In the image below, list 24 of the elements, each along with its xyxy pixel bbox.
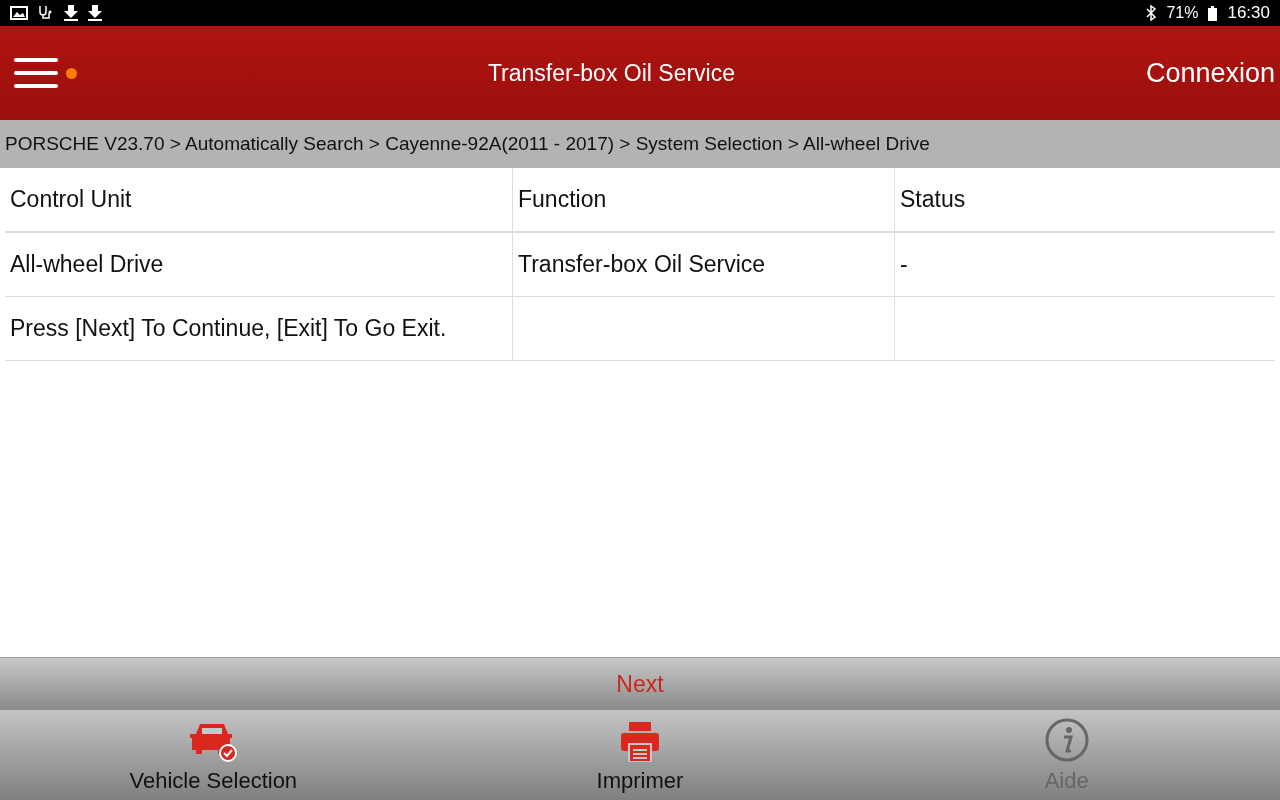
column-header: Control Unit xyxy=(5,168,513,232)
download-icon xyxy=(64,5,78,21)
download-icon xyxy=(88,5,102,21)
printer-icon xyxy=(621,722,659,762)
table-cell: Press [Next] To Continue, [Exit] To Go Exit. xyxy=(5,296,513,361)
column-header: Function xyxy=(512,168,895,232)
nav-button[interactable]: Vehicle Selection xyxy=(0,710,427,800)
battery-percent: 71% xyxy=(1166,4,1199,22)
page-title: Transfer-box Oil Service xyxy=(486,59,736,87)
login-button[interactable]: Connexion xyxy=(1145,57,1275,89)
stethoscope-icon xyxy=(38,5,54,21)
breadcrumb: PORSCHE V23.70 > Automatically Search > Cayenne-92A(2011 - 2017) > System Selection > All-wheel Drive xyxy=(0,120,1280,168)
menu-button[interactable] xyxy=(14,57,77,89)
info-icon xyxy=(1044,718,1089,762)
image-icon xyxy=(10,6,28,20)
menu-icon xyxy=(14,57,58,89)
battery-icon xyxy=(1208,5,1218,21)
table-cell: - xyxy=(894,232,1275,297)
column-header: Status xyxy=(894,168,1275,232)
clock: 16:30 xyxy=(1227,3,1270,23)
table-cell: Transfer-box Oil Service xyxy=(512,232,895,297)
bluetooth-icon xyxy=(1146,5,1157,21)
nav-button[interactable]: Imprimer xyxy=(426,710,854,800)
table-cell: All-wheel Drive xyxy=(5,232,513,297)
